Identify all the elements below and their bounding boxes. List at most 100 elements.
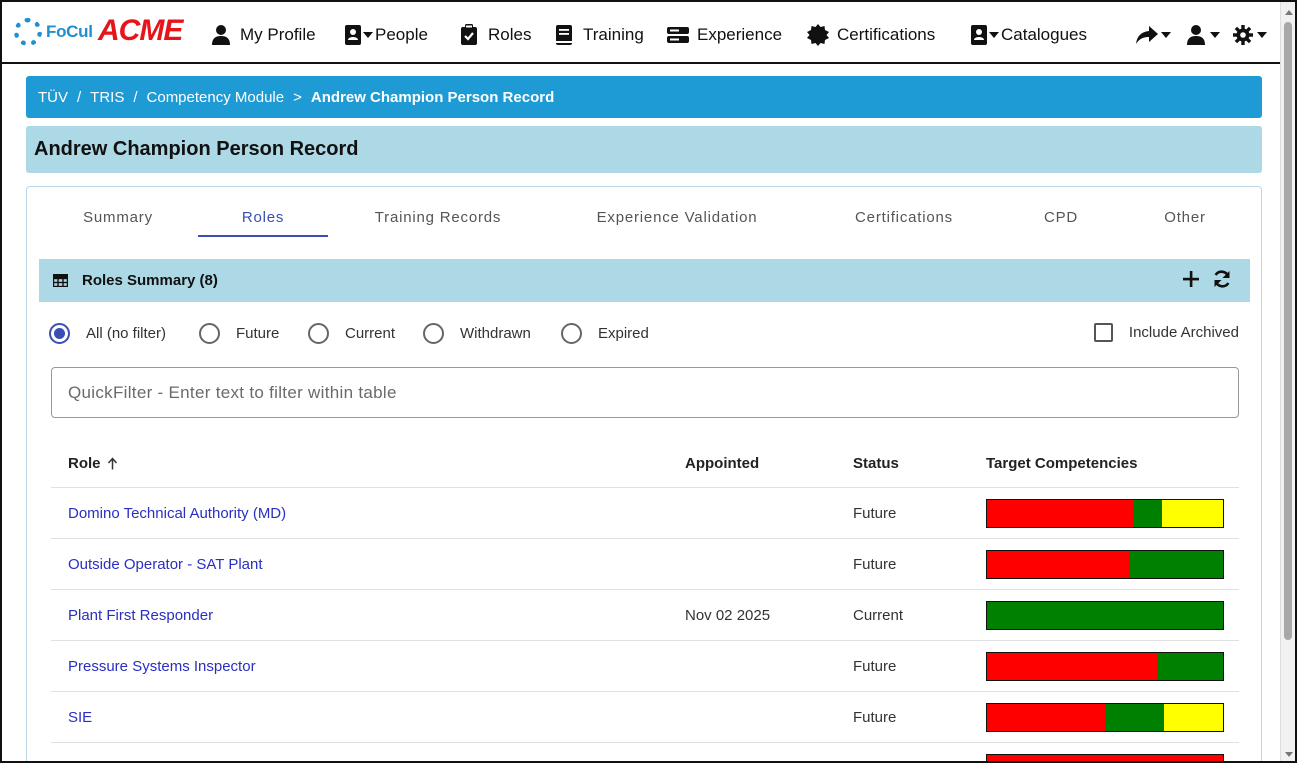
competency-progress-bar[interactable] bbox=[986, 703, 1224, 732]
scrollbar-thumb[interactable] bbox=[1284, 22, 1292, 640]
table-row[interactable] bbox=[51, 743, 1239, 761]
focul-logo[interactable]: FoCul ACME bbox=[14, 14, 183, 47]
share-menu-button[interactable] bbox=[1136, 22, 1173, 48]
role-link[interactable]: SIE bbox=[68, 709, 92, 726]
active-tab-indicator bbox=[198, 235, 328, 237]
competency-progress-bar[interactable] bbox=[986, 499, 1224, 528]
scroll-down-arrow-icon[interactable] bbox=[1285, 752, 1293, 757]
column-header-status[interactable]: Status bbox=[853, 455, 899, 472]
breadcrumb-separator: / bbox=[133, 88, 138, 106]
filter-future-radio[interactable]: Future bbox=[199, 323, 279, 344]
tab-summary[interactable]: Summary bbox=[83, 209, 153, 226]
nav-my-profile[interactable]: My Profile bbox=[210, 22, 316, 48]
table-row[interactable]: Pressure Systems Inspector Future bbox=[51, 641, 1239, 692]
nav-certifications[interactable]: Certifications bbox=[807, 22, 935, 48]
refresh-button[interactable] bbox=[1212, 269, 1232, 294]
competency-progress-bar[interactable] bbox=[986, 550, 1224, 579]
competency-progress-bar[interactable] bbox=[986, 652, 1224, 681]
include-archived-label: Include Archived bbox=[1128, 324, 1239, 341]
competency-segment bbox=[987, 602, 1223, 629]
nav-experience[interactable]: Experience bbox=[667, 22, 782, 48]
competency-segment bbox=[987, 755, 1223, 761]
tab-experience-validation[interactable]: Experience Validation bbox=[597, 209, 758, 226]
nav-catalogues-label: Catalogues bbox=[1001, 25, 1088, 44]
filter-all-label: All (no filter) bbox=[86, 325, 167, 342]
table-row[interactable]: SIE Future bbox=[51, 692, 1239, 743]
chevron-down-icon bbox=[363, 32, 373, 38]
table-header-row: Role Appointed Status Target Competencie… bbox=[51, 437, 1239, 488]
certificate-seal-icon bbox=[807, 24, 829, 46]
refresh-icon bbox=[1214, 270, 1230, 288]
contact-book-icon bbox=[344, 24, 362, 46]
nav-roles[interactable]: Roles bbox=[458, 22, 531, 48]
column-header-appointed[interactable]: Appointed bbox=[685, 455, 759, 472]
nav-training-label: Training bbox=[583, 25, 644, 44]
nav-people[interactable]: People bbox=[344, 22, 428, 48]
table-body: Domino Technical Authority (MD) Future Out… bbox=[51, 488, 1239, 761]
competency-progress-bar[interactable] bbox=[986, 601, 1224, 630]
breadcrumb-item-tuv[interactable]: TÜV bbox=[38, 89, 68, 106]
radio-unselected-icon bbox=[561, 323, 582, 344]
status-text: Future bbox=[853, 709, 897, 726]
clipboard-check-icon bbox=[458, 24, 480, 46]
nav-experience-label: Experience bbox=[697, 25, 783, 44]
competency-segment bbox=[1133, 500, 1162, 527]
settings-menu-button[interactable] bbox=[1232, 22, 1269, 48]
tab-certifications[interactable]: Certifications bbox=[855, 209, 953, 226]
user-menu-button[interactable] bbox=[1185, 22, 1222, 48]
nav-catalogues[interactable]: Catalogues bbox=[970, 22, 1087, 48]
server-icon bbox=[667, 24, 689, 46]
quickfilter-input[interactable] bbox=[51, 367, 1239, 418]
role-link[interactable]: Plant First Responder bbox=[68, 607, 213, 624]
competency-progress-bar[interactable] bbox=[986, 754, 1224, 761]
include-archived-checkbox[interactable]: Include Archived bbox=[1093, 323, 1239, 342]
app-window: FoCul ACME My Profile People Roles Train… bbox=[0, 0, 1297, 763]
breadcrumb-current: Andrew Champion Person Record bbox=[310, 88, 555, 106]
page-title-bar: Andrew Champion Person Record bbox=[26, 126, 1262, 173]
record-card: Summary Roles Training Records Experienc… bbox=[26, 186, 1262, 761]
status-text: Future bbox=[853, 556, 897, 573]
table-row[interactable]: Plant First Responder Nov 02 2025 Current bbox=[51, 590, 1239, 641]
user-icon bbox=[1185, 24, 1207, 46]
breadcrumb-item-competency-module[interactable]: Competency Module bbox=[147, 89, 285, 106]
share-icon bbox=[1136, 24, 1158, 46]
radio-selected-icon bbox=[49, 323, 70, 344]
tab-other[interactable]: Other bbox=[1164, 209, 1206, 226]
scroll-up-arrow-icon[interactable] bbox=[1285, 10, 1293, 15]
radio-unselected-icon bbox=[423, 323, 444, 344]
chevron-down-icon bbox=[989, 32, 999, 38]
tab-training-records[interactable]: Training Records bbox=[375, 209, 501, 226]
column-header-target-competencies[interactable]: Target Competencies bbox=[986, 455, 1137, 472]
filter-all-radio[interactable]: All (no filter) bbox=[49, 323, 166, 344]
add-role-button[interactable] bbox=[1182, 270, 1200, 293]
nav-my-profile-label: My Profile bbox=[240, 25, 316, 44]
filter-expired-radio[interactable]: Expired bbox=[561, 323, 649, 344]
table-row[interactable]: Outside Operator - SAT Plant Future bbox=[51, 539, 1239, 590]
acme-logo: ACME bbox=[98, 14, 183, 47]
nav-certifications-label: Certifications bbox=[837, 25, 936, 44]
tab-roles[interactable]: Roles bbox=[242, 209, 284, 226]
competency-segment bbox=[1128, 551, 1223, 578]
role-link[interactable]: Pressure Systems Inspector bbox=[68, 658, 256, 675]
role-link[interactable]: Outside Operator - SAT Plant bbox=[68, 556, 263, 573]
status-filter-group: All (no filter) Future Current Withdrawn… bbox=[49, 319, 1239, 347]
column-header-role[interactable]: Role bbox=[68, 455, 118, 472]
breadcrumb-item-tris[interactable]: TRIS bbox=[90, 89, 124, 106]
competency-segment bbox=[987, 500, 1134, 527]
filter-withdrawn-radio[interactable]: Withdrawn bbox=[423, 323, 531, 344]
roles-summary-title: Roles Summary (8) bbox=[82, 272, 218, 289]
filter-current-radio[interactable]: Current bbox=[308, 323, 395, 344]
roles-summary-header: Roles Summary (8) bbox=[39, 259, 1250, 302]
page-scrollbar[interactable] bbox=[1280, 2, 1295, 761]
breadcrumb-separator: > bbox=[293, 88, 302, 106]
focul-logo-text: FoCul bbox=[46, 22, 93, 41]
role-link[interactable]: Domino Technical Authority (MD) bbox=[68, 505, 286, 522]
table-row[interactable]: Domino Technical Authority (MD) Future bbox=[51, 488, 1239, 539]
status-text: Future bbox=[853, 658, 897, 675]
tab-cpd[interactable]: CPD bbox=[1044, 209, 1078, 226]
filter-withdrawn-label: Withdrawn bbox=[460, 325, 531, 342]
filter-expired-label: Expired bbox=[598, 325, 649, 342]
breadcrumb: TÜV / TRIS / Competency Module > Andrew … bbox=[26, 76, 1262, 118]
nav-training[interactable]: Training bbox=[553, 22, 644, 48]
book-icon bbox=[553, 24, 575, 46]
